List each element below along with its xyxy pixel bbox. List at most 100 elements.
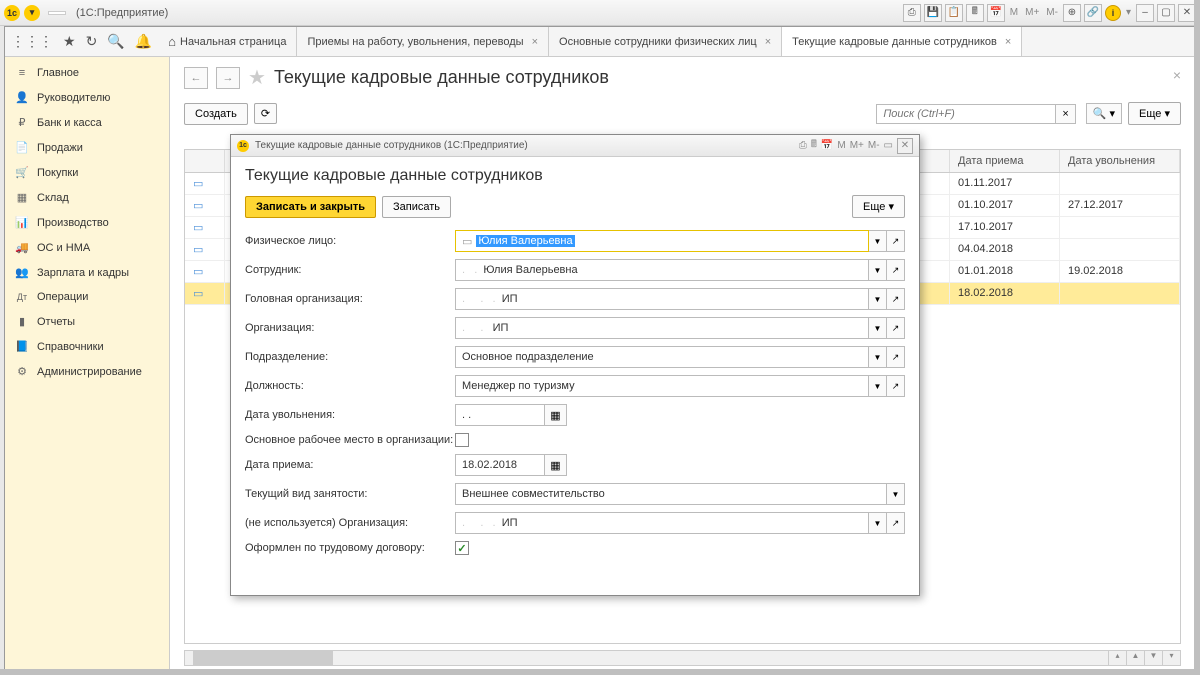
dialog-other-icon[interactable]: ▭: [884, 140, 893, 151]
scroll-up-icon[interactable]: ▲: [1126, 651, 1144, 665]
dropdown-icon[interactable]: ▼: [869, 346, 887, 368]
mem-m[interactable]: M: [1008, 7, 1020, 18]
search-button[interactable]: 🔍 ▾: [1086, 103, 1122, 124]
search-clear-icon[interactable]: ×: [1056, 104, 1075, 124]
sidebar-item-bank[interactable]: ₽Банк и касса: [5, 110, 169, 135]
open-icon[interactable]: ↗: [887, 288, 905, 310]
sidebar-item-reports[interactable]: ▮Отчеты: [5, 309, 169, 334]
minimize-icon[interactable]: –: [1136, 4, 1154, 22]
field-org[interactable]: . . ИП: [455, 317, 869, 339]
nav-fwd-icon[interactable]: →: [216, 67, 240, 89]
sidebar-item-operations[interactable]: ДтОперации: [5, 285, 169, 309]
field-unused-org[interactable]: . . . ИП: [455, 512, 869, 534]
tab-hires[interactable]: Приемы на работу, увольнения, переводы×: [297, 27, 549, 56]
refresh-button[interactable]: ⟳: [254, 103, 277, 124]
link-icon[interactable]: 🔗: [1084, 4, 1102, 22]
dropdown-icon[interactable]: ▼: [887, 483, 905, 505]
tab-close-icon[interactable]: ×: [765, 36, 771, 48]
app-dropdown-icon[interactable]: ▾: [24, 5, 40, 21]
scroll-top-icon[interactable]: ▴: [1108, 651, 1126, 665]
maximize-icon[interactable]: ▢: [1157, 4, 1175, 22]
save-button[interactable]: Записать: [382, 196, 451, 218]
favorite-icon[interactable]: ★: [248, 65, 266, 90]
sidebar-item-assets[interactable]: 🚚ОС и НМА: [5, 235, 169, 260]
field-dept[interactable]: Основное подразделение: [455, 346, 869, 368]
dialog-print-icon[interactable]: ⎙: [799, 140, 807, 151]
sidebar-item-hr[interactable]: 👥Зарплата и кадры: [5, 260, 169, 285]
calendar-icon[interactable]: ▦: [545, 404, 567, 426]
sidebar-item-sales[interactable]: 📄Продажи: [5, 135, 169, 160]
col-fire-date[interactable]: Дата увольнения: [1060, 150, 1180, 172]
sidebar-item-stock[interactable]: ▦Склад: [5, 185, 169, 210]
more-button[interactable]: Еще ▾: [1128, 102, 1181, 125]
tab-current-hr[interactable]: Текущие кадровые данные сотрудников×: [782, 27, 1022, 56]
open-icon[interactable]: ↗: [887, 346, 905, 368]
open-icon[interactable]: ↗: [887, 375, 905, 397]
sidebar-item-catalogs[interactable]: 📘Справочники: [5, 334, 169, 359]
scroll-down-icon[interactable]: ▼: [1144, 651, 1162, 665]
calendar-icon[interactable]: ▦: [545, 454, 567, 476]
create-button[interactable]: Создать: [184, 103, 248, 125]
tab-home[interactable]: Начальная страница: [158, 27, 297, 56]
save-close-button[interactable]: Записать и закрыть: [245, 196, 376, 218]
open-icon[interactable]: ↗: [887, 317, 905, 339]
dialog-mminus[interactable]: M-: [868, 140, 880, 151]
history-icon[interactable]: ↻: [86, 33, 98, 50]
app-logo-icon: 1c: [4, 5, 20, 21]
field-head-org[interactable]: . . . ИП: [455, 288, 869, 310]
dropdown-icon[interactable]: ▼: [869, 230, 887, 252]
field-emp-type[interactable]: Внешнее совместительство: [455, 483, 887, 505]
info-dropdown[interactable]: ▾: [1124, 7, 1133, 18]
save-icon[interactable]: 💾: [924, 4, 942, 22]
nav-back-icon[interactable]: ←: [184, 67, 208, 89]
scrollbar-thumb[interactable]: [193, 651, 333, 665]
mem-mminus[interactable]: M-: [1044, 7, 1060, 18]
scroll-bottom-icon[interactable]: ▾: [1162, 651, 1180, 665]
dialog-mplus[interactable]: M+: [850, 140, 864, 151]
dropdown-icon[interactable]: ▼: [869, 317, 887, 339]
search-input[interactable]: [876, 104, 1056, 124]
field-employee[interactable]: . . Юлия Валерьевна: [455, 259, 869, 281]
checkbox-by-contract[interactable]: [455, 541, 469, 555]
dialog-close-icon[interactable]: ✕: [897, 138, 913, 154]
sidebar-item-main[interactable]: ≡Главное: [5, 61, 169, 85]
dialog-more-button[interactable]: Еще ▾: [852, 195, 905, 218]
col-icon[interactable]: [185, 150, 225, 172]
dropdown-icon[interactable]: ▼: [869, 288, 887, 310]
field-person[interactable]: ▭Юлия Валерьевна: [455, 230, 869, 252]
dialog-calc-icon[interactable]: 🖩: [811, 137, 817, 154]
mem-mplus[interactable]: M+: [1023, 7, 1041, 18]
open-icon[interactable]: ↗: [887, 512, 905, 534]
calendar-icon[interactable]: 📅: [987, 4, 1005, 22]
calc-icon[interactable]: 🖩: [966, 4, 984, 22]
field-fire-date[interactable]: . .: [455, 404, 545, 426]
clipboard-icon[interactable]: 📋: [945, 4, 963, 22]
sidebar-item-manager[interactable]: 👤Руководителю: [5, 85, 169, 110]
sidebar-item-admin[interactable]: ⚙Администрирование: [5, 359, 169, 384]
tab-main-employees[interactable]: Основные сотрудники физических лиц×: [549, 27, 782, 56]
print-icon[interactable]: ⎙: [903, 4, 921, 22]
h-scrollbar[interactable]: ▴ ▲ ▼ ▾: [184, 650, 1181, 666]
dialog-calendar-icon[interactable]: 📅: [821, 140, 833, 151]
search-icon[interactable]: 🔍: [107, 33, 124, 50]
open-icon[interactable]: ↗: [887, 259, 905, 281]
field-hire-date[interactable]: 18.02.2018: [455, 454, 545, 476]
bell-icon[interactable]: 🔔: [135, 33, 152, 50]
col-hire-date[interactable]: Дата приема: [950, 150, 1060, 172]
open-icon[interactable]: ↗: [887, 230, 905, 252]
page-close-icon[interactable]: ×: [1173, 67, 1181, 83]
sidebar-item-production[interactable]: 📊Производство: [5, 210, 169, 235]
apps-icon[interactable]: ⋮⋮⋮: [11, 33, 53, 50]
checkbox-main-place[interactable]: [455, 433, 469, 447]
tab-close-icon[interactable]: ×: [532, 36, 538, 48]
dropdown-icon[interactable]: ▼: [869, 512, 887, 534]
dropdown-icon[interactable]: ▼: [869, 375, 887, 397]
tab-close-icon[interactable]: ×: [1005, 36, 1011, 48]
info-icon[interactable]: i: [1105, 5, 1121, 21]
dialog-m[interactable]: M: [837, 140, 845, 151]
field-position[interactable]: Менеджер по туризму: [455, 375, 869, 397]
dropdown-icon[interactable]: ▼: [869, 259, 887, 281]
zoom-icon[interactable]: ⊕: [1063, 4, 1081, 22]
star-icon[interactable]: ★: [63, 33, 76, 50]
sidebar-item-purchases[interactable]: 🛒Покупки: [5, 160, 169, 185]
